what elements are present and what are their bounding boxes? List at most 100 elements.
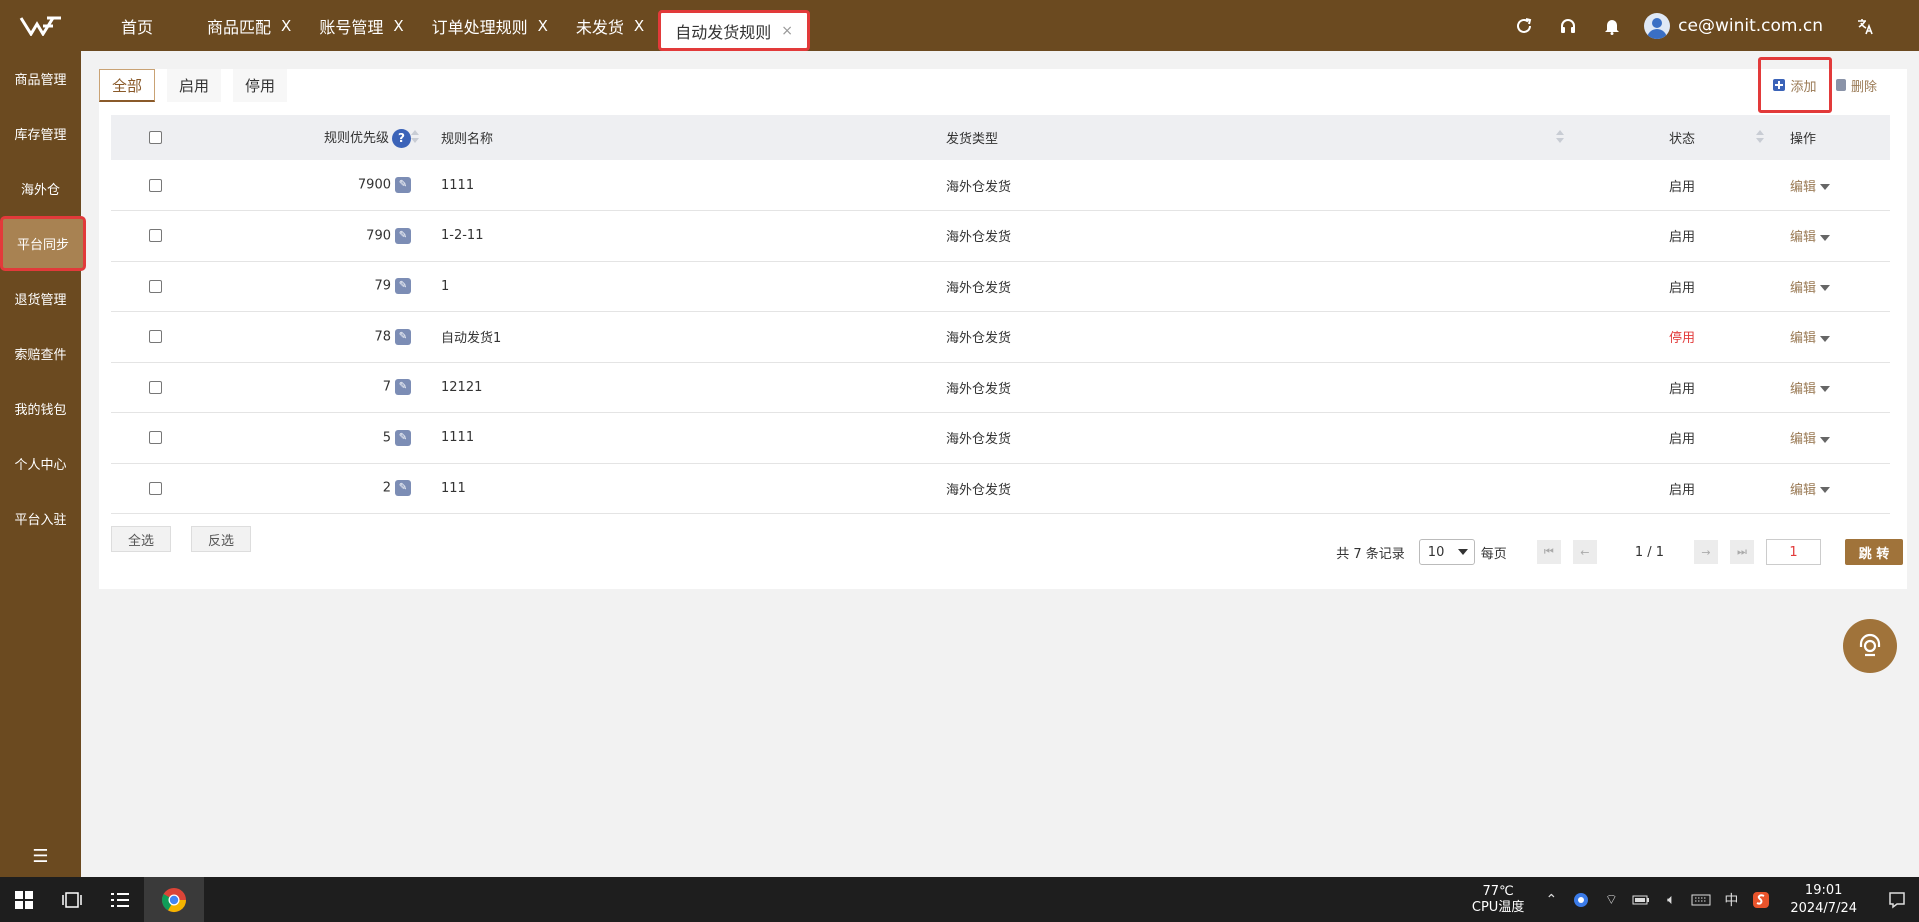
tab-auto-ship-rules[interactable]: 自动发货规则 × xyxy=(658,10,810,51)
pencil-icon[interactable]: ✎ xyxy=(395,480,411,497)
page-size-select[interactable]: 10 xyxy=(1418,539,1475,565)
close-icon[interactable]: X xyxy=(634,17,644,35)
sogou-input-icon[interactable] xyxy=(1746,891,1776,909)
keyboard-icon[interactable] xyxy=(1686,894,1716,906)
volume-icon[interactable]: 🔈︎ xyxy=(1656,892,1686,908)
pencil-icon[interactable]: ✎ xyxy=(395,379,411,396)
row-checkbox[interactable] xyxy=(149,178,162,192)
row-checkbox[interactable] xyxy=(149,279,162,293)
browser-tray-icon[interactable] xyxy=(1566,892,1596,908)
ime-indicator[interactable]: 中 xyxy=(1716,890,1746,910)
pencil-icon[interactable]: ✎ xyxy=(395,429,411,446)
tab-home[interactable]: 首页 xyxy=(81,0,193,51)
filter-tab-disabled[interactable]: 停用 xyxy=(233,69,288,102)
row-checkbox[interactable] xyxy=(149,330,162,344)
edit-dropdown[interactable]: 编辑 xyxy=(1790,432,1831,448)
wifi-icon[interactable]: ⌔ xyxy=(1596,891,1626,909)
row-checkbox-cell xyxy=(111,211,201,262)
edit-dropdown[interactable]: 编辑 xyxy=(1790,331,1831,346)
edit-dropdown[interactable]: 编辑 xyxy=(1790,180,1831,195)
table-row: 2 ✎ 111 海外仓发货 启用 编辑 xyxy=(111,463,1890,514)
row-checkbox[interactable] xyxy=(149,380,162,394)
system-tray: 77℃ CPU温度 ⌃ ⌔ 🔈︎ 中 19:01 2024/7/24 xyxy=(1472,877,1919,922)
name-cell: 111 xyxy=(441,480,466,496)
op-cell: 编辑 xyxy=(1768,463,1890,514)
bell-icon[interactable] xyxy=(1590,0,1634,51)
header-label: 规则优先级 xyxy=(323,131,389,146)
header-status[interactable]: 状态 xyxy=(1596,115,1768,160)
name-cell: 1 xyxy=(441,278,450,294)
filter-tab-enabled[interactable]: 启用 xyxy=(167,69,222,102)
pencil-icon[interactable]: ✎ xyxy=(395,177,411,193)
windows-start-icon[interactable] xyxy=(0,877,48,922)
winit-logo[interactable] xyxy=(0,0,81,51)
tab-order-rules[interactable]: 订单处理规则 X xyxy=(418,0,562,51)
row-checkbox-cell xyxy=(111,312,201,363)
sidebar-item-returns[interactable]: 退货管理 xyxy=(0,271,81,326)
next-page-icon[interactable]: → xyxy=(1694,540,1718,564)
delete-button[interactable]: 删除 xyxy=(1835,76,1877,95)
cpu-temp[interactable]: 77℃ CPU温度 xyxy=(1472,884,1524,916)
battery-icon[interactable] xyxy=(1626,894,1656,906)
op-cell: 编辑 xyxy=(1768,362,1890,413)
edit-dropdown[interactable]: 编辑 xyxy=(1790,230,1831,245)
sidebar-item-profile[interactable]: 个人中心 xyxy=(0,436,81,491)
list-icon[interactable] xyxy=(96,877,144,922)
customer-service-float-button[interactable] xyxy=(1843,619,1897,673)
row-checkbox[interactable] xyxy=(149,431,162,445)
row-checkbox[interactable] xyxy=(149,229,162,243)
invert-selection-button[interactable]: 反选 xyxy=(191,526,252,552)
pencil-icon[interactable]: ✎ xyxy=(395,278,411,295)
pencil-icon[interactable]: ✎ xyxy=(395,227,411,244)
prev-page-icon[interactable]: ← xyxy=(1572,540,1597,564)
chrome-icon[interactable] xyxy=(144,877,204,922)
sidebar-item-platform-sync[interactable]: 平台同步 xyxy=(0,216,86,271)
help-icon[interactable]: ? xyxy=(392,129,411,148)
edit-label: 编辑 xyxy=(1790,432,1817,448)
user-email: ce@winit.com.cn xyxy=(1678,15,1823,36)
edit-dropdown[interactable]: 编辑 xyxy=(1790,483,1831,498)
select-all-button[interactable]: 全选 xyxy=(111,526,172,552)
sort-icon[interactable] xyxy=(1756,130,1764,144)
translate-icon[interactable] xyxy=(1843,0,1887,51)
edit-dropdown[interactable]: 编辑 xyxy=(1790,281,1831,296)
pencil-icon[interactable]: ✎ xyxy=(395,328,411,345)
jump-button[interactable]: 跳 转 xyxy=(1845,539,1903,565)
refresh-icon[interactable] xyxy=(1502,0,1546,51)
edit-dropdown[interactable]: 编辑 xyxy=(1790,382,1831,397)
priority-value: 7 xyxy=(382,379,391,395)
chevron-up-icon[interactable]: ⌃ xyxy=(1536,892,1566,908)
sidebar-item-wallet[interactable]: 我的钱包 xyxy=(0,381,81,436)
header-type[interactable]: 发货类型 xyxy=(936,115,1596,160)
sort-icon[interactable] xyxy=(411,130,419,144)
user-menu[interactable]: ce@winit.com.cn xyxy=(1644,12,1823,39)
first-page-icon[interactable]: ⏮ xyxy=(1536,540,1561,564)
close-icon[interactable]: X xyxy=(281,17,291,35)
close-icon[interactable]: × xyxy=(781,23,793,39)
system-clock[interactable]: 19:01 2024/7/24 xyxy=(1790,882,1857,918)
add-label: 添加 xyxy=(1790,79,1817,95)
notification-icon[interactable] xyxy=(1875,891,1919,909)
last-page-icon[interactable]: ⏭ xyxy=(1730,540,1754,564)
tab-product-match[interactable]: 商品匹配 X xyxy=(193,0,305,51)
sidebar-item-overseas[interactable]: 海外仓 xyxy=(0,161,81,216)
add-button[interactable]: 添加 xyxy=(1757,57,1832,113)
pagination: 共 7 条记录 10 每页 ⏮ ← 1 / 1 → ⏭ 1 跳 转 xyxy=(1336,539,1903,565)
tab-unshipped[interactable]: 未发货 X xyxy=(562,0,658,51)
sidebar-item-product[interactable]: 商品管理 xyxy=(0,51,81,106)
header-priority[interactable]: 规则优先级? xyxy=(201,115,431,160)
sidebar-item-claims[interactable]: 索赔查件 xyxy=(0,326,81,381)
close-icon[interactable]: X xyxy=(538,17,548,35)
close-icon[interactable]: X xyxy=(393,17,403,35)
select-all-checkbox[interactable] xyxy=(149,131,162,144)
task-view-icon[interactable] xyxy=(48,877,96,922)
sidebar-item-inventory[interactable]: 库存管理 xyxy=(0,106,81,161)
row-checkbox[interactable] xyxy=(149,481,162,495)
jump-page-input[interactable]: 1 xyxy=(1766,539,1821,565)
headset-icon[interactable] xyxy=(1546,0,1590,51)
tab-account[interactable]: 账号管理 X xyxy=(305,0,417,51)
filter-tab-all[interactable]: 全部 xyxy=(99,69,156,102)
sort-icon[interactable] xyxy=(1556,130,1564,144)
menu-collapse-icon[interactable]: ☰ xyxy=(0,846,81,867)
sidebar-item-onboarding[interactable]: 平台入驻 xyxy=(0,491,81,546)
